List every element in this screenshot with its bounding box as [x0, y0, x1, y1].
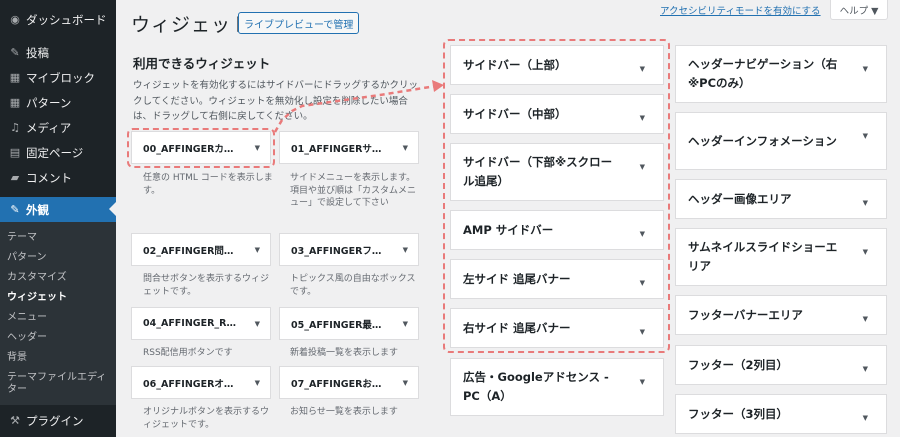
menu-label: ダッシュボード — [26, 12, 107, 27]
live-preview-button[interactable]: ライブプレビューで管理 — [238, 12, 360, 34]
widget-title: 03_AFFINGERフ… — [291, 245, 382, 257]
chevron-down-icon[interactable]: ▼ — [863, 310, 868, 329]
widget-area-footer-column-2[interactable]: フッター（2列目） ▼ — [675, 345, 887, 385]
media-icon: ♫ — [10, 121, 20, 134]
widget-description: 問合せボタンを表示するウィジェットです。 — [143, 274, 270, 297]
submenu-item-widgets[interactable]: ウィジェット — [7, 292, 113, 304]
widget-description: 任意の HTML コードを表示します。 — [143, 173, 273, 196]
appearance-submenu: テーマ パターン カスタマイズ ウィジェット メニュー ヘッダー 背景 テーマフ… — [0, 222, 116, 405]
widget-title: 06_AFFINGERオ… — [143, 378, 234, 390]
widget-05[interactable]: 05_AFFINGER最… ▼ — [279, 307, 419, 340]
widget-area-header-navigation[interactable]: ヘッダーナビゲーション（右※PCのみ） ▼ — [675, 45, 887, 103]
widget-07[interactable]: 07_AFFINGERお… ▼ — [279, 366, 419, 399]
widget-area-title: サムネイルスライドショーエリア — [688, 240, 838, 273]
widget-area-header-image[interactable]: ヘッダー画像エリア ▼ — [675, 179, 887, 219]
plugin-icon: ⚒ — [10, 414, 20, 427]
submenu-item-menus[interactable]: メニュー — [7, 312, 113, 324]
widget-area-title: フッターバナーエリア — [688, 307, 803, 322]
pin-icon: ✎ — [10, 46, 20, 59]
chevron-down-icon[interactable]: ▼ — [255, 379, 260, 387]
widget-02[interactable]: 02_AFFINGER問… ▼ — [131, 233, 271, 266]
chevron-down-icon[interactable]: ▼ — [863, 243, 868, 262]
accessibility-mode-link[interactable]: アクセシビリティモードを有効にする — [660, 3, 821, 17]
widget-title: 04_AFFINGER_R… — [143, 318, 236, 329]
menu-label: コメント — [26, 170, 72, 185]
widget-04[interactable]: 04_AFFINGER_R… ▼ — [131, 307, 271, 340]
menu-label: プラグイン — [26, 413, 84, 428]
highlight-widget-00 — [127, 128, 275, 168]
menu-item-patterns[interactable]: ▦ パターン — [0, 90, 116, 115]
widget-description: トピックス風の自由なボックスです。 — [290, 274, 416, 297]
menu-item-comments[interactable]: ▰ コメント — [0, 165, 116, 190]
menu-item-posts[interactable]: ✎ 投稿 — [0, 40, 116, 65]
submenu-item-customize[interactable]: カスタマイズ — [7, 272, 113, 284]
admin-menu: ◉ ダッシュボード ✎ 投稿 ▦ マイブロック ▦ パターン ♫ メディア ▤ … — [0, 0, 116, 437]
widget-area-title: ヘッダー画像エリア — [688, 191, 792, 206]
chevron-down-icon[interactable]: ▼ — [403, 246, 408, 254]
submenu-item-patterns[interactable]: パターン — [7, 252, 113, 264]
highlight-widget-areas — [443, 39, 670, 353]
widget-01[interactable]: 01_AFFINGERサ… ▼ — [279, 131, 419, 164]
menu-label: 投稿 — [26, 45, 49, 60]
widget-area-footer-banner[interactable]: フッターバナーエリア ▼ — [675, 295, 887, 335]
menu-item-dashboard[interactable]: ◉ ダッシュボード — [0, 7, 116, 32]
menu-label: パターン — [26, 95, 72, 110]
chevron-down-icon[interactable]: ▼ — [403, 144, 408, 152]
comment-icon: ▰ — [10, 171, 20, 184]
submenu-item-theme-file-editor[interactable]: テーマファイルエディター — [7, 372, 113, 396]
widget-area-title: 広告・Googleアドセンス - PC（A） — [463, 370, 609, 403]
chevron-down-icon[interactable]: ▼ — [640, 373, 645, 392]
widget-description: RSS配信用ボタンです — [143, 348, 233, 358]
available-widgets-description: ウィジェットを有効化するにはサイドバーにドラッグするかクリックしてください。ウィ… — [133, 80, 419, 122]
menu-item-appearance[interactable]: ✎ 外観 — [0, 197, 116, 222]
chevron-down-icon[interactable]: ▼ — [863, 60, 868, 79]
widget-description: 新着投稿一覧を表示します — [290, 348, 399, 358]
menu-item-plugins[interactable]: ⚒ プラグイン — [0, 408, 116, 433]
appearance-icon: ✎ — [10, 203, 20, 216]
menu-label: マイブロック — [26, 70, 95, 85]
page-title: ウィジェット — [131, 14, 252, 36]
chevron-down-icon[interactable]: ▼ — [863, 360, 868, 379]
chevron-down-icon[interactable]: ▼ — [863, 127, 868, 146]
blocks-icon: ▦ — [9, 71, 21, 84]
submenu-item-header[interactable]: ヘッダー — [7, 332, 113, 344]
available-widgets-heading: 利用できるウィジェット — [133, 56, 271, 71]
chevron-down-icon[interactable]: ▼ — [863, 409, 868, 428]
patterns-icon: ▦ — [9, 96, 21, 109]
widget-06[interactable]: 06_AFFINGERオ… ▼ — [131, 366, 271, 399]
page-icon: ▤ — [9, 146, 21, 159]
menu-item-my-blocks[interactable]: ▦ マイブロック — [0, 65, 116, 90]
menu-label: 固定ページ — [26, 145, 84, 160]
widget-area-footer-column-3[interactable]: フッター（3列目） ▼ — [675, 394, 887, 434]
widget-description: お知らせ一覧を表示します — [290, 407, 398, 417]
widget-area-thumbnail-slideshow[interactable]: サムネイルスライドショーエリア ▼ — [675, 228, 887, 286]
widget-03[interactable]: 03_AFFINGERフ… ▼ — [279, 233, 419, 266]
chevron-down-icon[interactable]: ▼ — [255, 246, 260, 254]
widget-area-title: フッター（2列目） — [688, 357, 789, 372]
submenu-item-background[interactable]: 背景 — [7, 352, 113, 364]
widget-area-title: ヘッダーナビゲーション（右※PCのみ） — [688, 57, 838, 90]
help-label: ヘルプ ▼ — [839, 5, 879, 17]
widget-title: 02_AFFINGER問… — [143, 245, 234, 257]
menu-label: 外観 — [26, 202, 49, 217]
chevron-down-icon[interactable]: ▼ — [863, 194, 868, 213]
widget-title: 07_AFFINGERお… — [291, 378, 382, 390]
help-button[interactable]: ヘルプ ▼ — [830, 0, 888, 20]
widget-area-title: フッター（3列目） — [688, 406, 789, 421]
menu-label: メディア — [26, 120, 72, 135]
widget-title: 05_AFFINGER最… — [291, 319, 382, 331]
chevron-down-icon[interactable]: ▼ — [403, 379, 408, 387]
widget-description: サイドメニューを表示します。項目や並び順は「カスタムメニュー」で設定して下さい — [290, 173, 417, 208]
submenu-item-themes[interactable]: テーマ — [7, 232, 113, 244]
widget-area-header-information[interactable]: ヘッダーインフォメーション ▼ — [675, 112, 887, 170]
menu-item-pages[interactable]: ▤ 固定ページ — [0, 140, 116, 165]
dashboard-icon: ◉ — [10, 13, 20, 26]
widget-area-title: ヘッダーインフォメーション — [688, 133, 837, 148]
chevron-down-icon[interactable]: ▼ — [255, 320, 260, 328]
chevron-down-icon[interactable]: ▼ — [403, 320, 408, 328]
widget-area-adsense-pc-a[interactable]: 広告・Googleアドセンス - PC（A） ▼ — [450, 358, 664, 416]
widget-title: 01_AFFINGERサ… — [291, 143, 382, 155]
widget-description: オリジナルボタンを表示するウィジェットです。 — [143, 407, 270, 430]
menu-item-media[interactable]: ♫ メディア — [0, 115, 116, 140]
